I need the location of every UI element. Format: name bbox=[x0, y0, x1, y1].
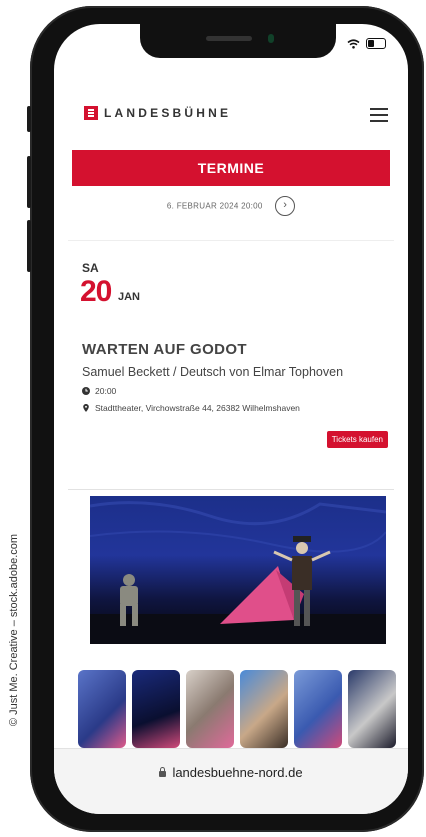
termine-tab[interactable]: TERMINE bbox=[72, 150, 390, 186]
battery-icon bbox=[366, 38, 386, 49]
site-header: LANDESBÜHNE bbox=[54, 100, 408, 130]
chevron-right-icon[interactable]: › bbox=[275, 196, 296, 216]
buy-tickets-button[interactable]: Tickets kaufen bbox=[326, 431, 388, 448]
logo-text: LANDESBÜHNE bbox=[104, 106, 232, 120]
clock-icon bbox=[82, 387, 90, 395]
event-hero-image[interactable] bbox=[90, 496, 386, 644]
gallery-thumbnails bbox=[78, 670, 398, 750]
url-display: landesbuehne-nord.de bbox=[54, 765, 408, 780]
event-time: 20:00 bbox=[95, 386, 117, 396]
date-navigation: 6. FEBRUAR 2024 20:00 › bbox=[54, 196, 408, 220]
gallery-thumb[interactable] bbox=[348, 670, 396, 748]
notch bbox=[140, 24, 336, 58]
event-month: JAN bbox=[118, 291, 141, 303]
event-subtitle: Samuel Beckett / Deutsch von Elmar Topho… bbox=[82, 365, 344, 379]
event-title[interactable]: WARTEN AUF GODOT bbox=[82, 341, 247, 358]
url-text: landesbuehne-nord.de bbox=[172, 765, 303, 780]
lock-icon bbox=[159, 766, 167, 777]
phone-screen: LANDESBÜHNE TERMINE 6. FEBRUAR 2024 20:0… bbox=[54, 24, 408, 814]
volume-up-button bbox=[27, 156, 31, 208]
event-venue: Stadttheater, Virchowstraße 44, 26382 Wi… bbox=[95, 403, 300, 413]
photo-credit: © Just Me. Creative – stock.adobe.com bbox=[2, 530, 26, 730]
event-time-row: 20:00 bbox=[82, 386, 116, 396]
gallery-thumb[interactable] bbox=[240, 670, 288, 748]
status-bar bbox=[347, 38, 386, 49]
gallery-thumb[interactable] bbox=[78, 670, 126, 748]
location-pin-icon bbox=[83, 404, 89, 412]
wifi-icon bbox=[347, 38, 360, 49]
event-venue-row: Stadttheater, Virchowstraße 44, 26382 Wi… bbox=[82, 403, 300, 413]
gallery-thumb[interactable] bbox=[186, 670, 234, 748]
hamburger-icon[interactable] bbox=[370, 108, 388, 122]
camera bbox=[268, 34, 274, 43]
photo-credit-text: © Just Me. Creative – stock.adobe.com bbox=[8, 533, 20, 727]
browser-url-bar[interactable]: landesbuehne-nord.de bbox=[54, 748, 408, 814]
event-card: SA 20 JAN WARTEN AUF GODOT Samuel Becket… bbox=[68, 240, 394, 490]
volume-down-button bbox=[27, 220, 31, 272]
gallery-thumb[interactable] bbox=[294, 670, 342, 748]
mute-switch bbox=[27, 106, 31, 132]
event-weekday: SA bbox=[82, 261, 99, 275]
event-day: 20 bbox=[80, 275, 112, 308]
site-logo[interactable]: LANDESBÜHNE bbox=[84, 106, 231, 120]
gallery-thumb[interactable] bbox=[132, 670, 180, 748]
speaker bbox=[206, 36, 252, 41]
logo-mark-icon bbox=[84, 106, 98, 120]
date-nav-label: 6. FEBRUAR 2024 20:00 bbox=[166, 201, 263, 211]
stage-photo bbox=[90, 501, 386, 644]
